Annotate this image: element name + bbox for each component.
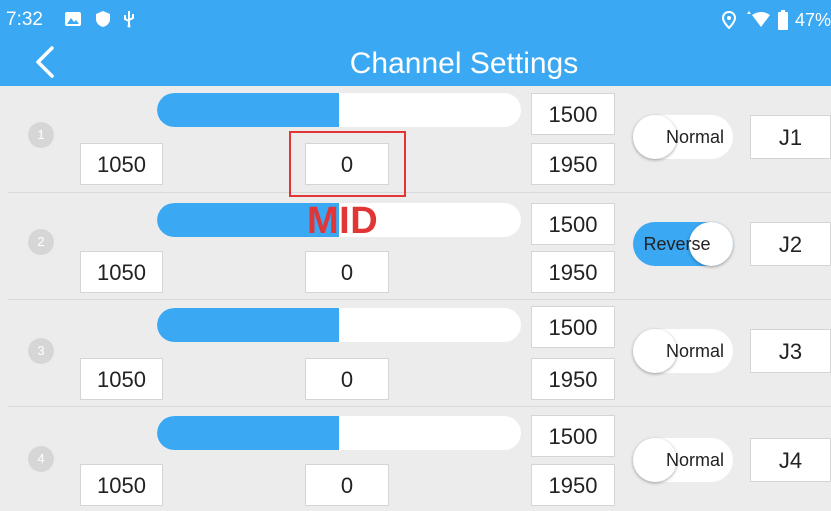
channel-slider-fill: [157, 416, 339, 450]
channel-number-badge: 3: [28, 338, 54, 364]
direction-label: Normal: [665, 341, 724, 361]
channel-row-1: 1 1500 1050 0 1950 Normal J1: [0, 86, 831, 193]
wifi-icon: [746, 11, 770, 27]
channel-number-badge: 1: [28, 122, 54, 148]
direction-toggle[interactable]: Normal: [633, 329, 733, 373]
channel-slider-fill: [157, 93, 339, 127]
direction-toggle[interactable]: Normal: [633, 115, 733, 159]
mid-value-field[interactable]: 0: [305, 251, 389, 293]
direction-toggle[interactable]: Normal: [633, 438, 733, 482]
channel-number-badge: 4: [28, 446, 54, 472]
direction-label: Normal: [665, 450, 724, 470]
center-value-field[interactable]: 1500: [531, 306, 615, 348]
status-bar: 7:32 47%: [0, 0, 831, 40]
center-value-field[interactable]: 1500: [531, 415, 615, 457]
min-value-field[interactable]: 1050: [80, 251, 163, 293]
min-value-field[interactable]: 1050: [80, 143, 163, 185]
channel-slider[interactable]: [157, 308, 521, 342]
channel-assignment-field[interactable]: J1: [750, 115, 831, 159]
shield-icon: [96, 11, 110, 27]
app-header: 7:32 47% Channel Settings: [0, 0, 831, 86]
min-value-field[interactable]: 1050: [80, 464, 163, 506]
direction-label: Reverse: [643, 234, 711, 254]
min-value-field[interactable]: 1050: [80, 358, 163, 400]
status-icons: 47%: [721, 9, 831, 31]
max-value-field[interactable]: 1950: [531, 251, 615, 293]
max-value-field[interactable]: 1950: [531, 358, 615, 400]
channel-assignment-field[interactable]: J2: [750, 222, 831, 266]
status-time: 7:32: [6, 9, 43, 30]
channel-slider-fill: [157, 308, 339, 342]
usb-icon: [124, 11, 134, 28]
center-value-field[interactable]: 1500: [531, 203, 615, 245]
center-value-field[interactable]: 1500: [531, 93, 615, 135]
location-icon: [721, 11, 736, 29]
mid-annotation-label: MID: [307, 200, 379, 242]
mid-value-field[interactable]: 0: [305, 464, 389, 506]
direction-label: Normal: [665, 127, 724, 147]
mid-highlight-box: [289, 131, 406, 197]
direction-toggle[interactable]: Reverse: [633, 222, 733, 266]
channel-assignment-field[interactable]: J3: [750, 329, 831, 373]
channel-slider[interactable]: [157, 416, 521, 450]
image-icon: [65, 12, 81, 26]
channel-list: 1 1500 1050 0 1950 Normal J1 2 1500 1050…: [0, 86, 831, 511]
channel-row-4: 4 1500 1050 0 1950 Normal J4: [0, 407, 831, 511]
channel-row-3: 3 1500 1050 0 1950 Normal J3: [0, 300, 831, 407]
channel-row-2: 2 1500 1050 0 1950 Reverse J2: [0, 193, 831, 300]
channel-number-badge: 2: [28, 229, 54, 255]
channel-assignment-field[interactable]: J4: [750, 438, 831, 482]
mid-value-field[interactable]: 0: [305, 358, 389, 400]
page-title: Channel Settings: [349, 47, 579, 80]
max-value-field[interactable]: 1950: [531, 464, 615, 506]
max-value-field[interactable]: 1950: [531, 143, 615, 185]
battery-level: 47%: [794, 9, 831, 30]
battery-icon: [777, 10, 788, 30]
channel-slider[interactable]: [157, 93, 521, 127]
